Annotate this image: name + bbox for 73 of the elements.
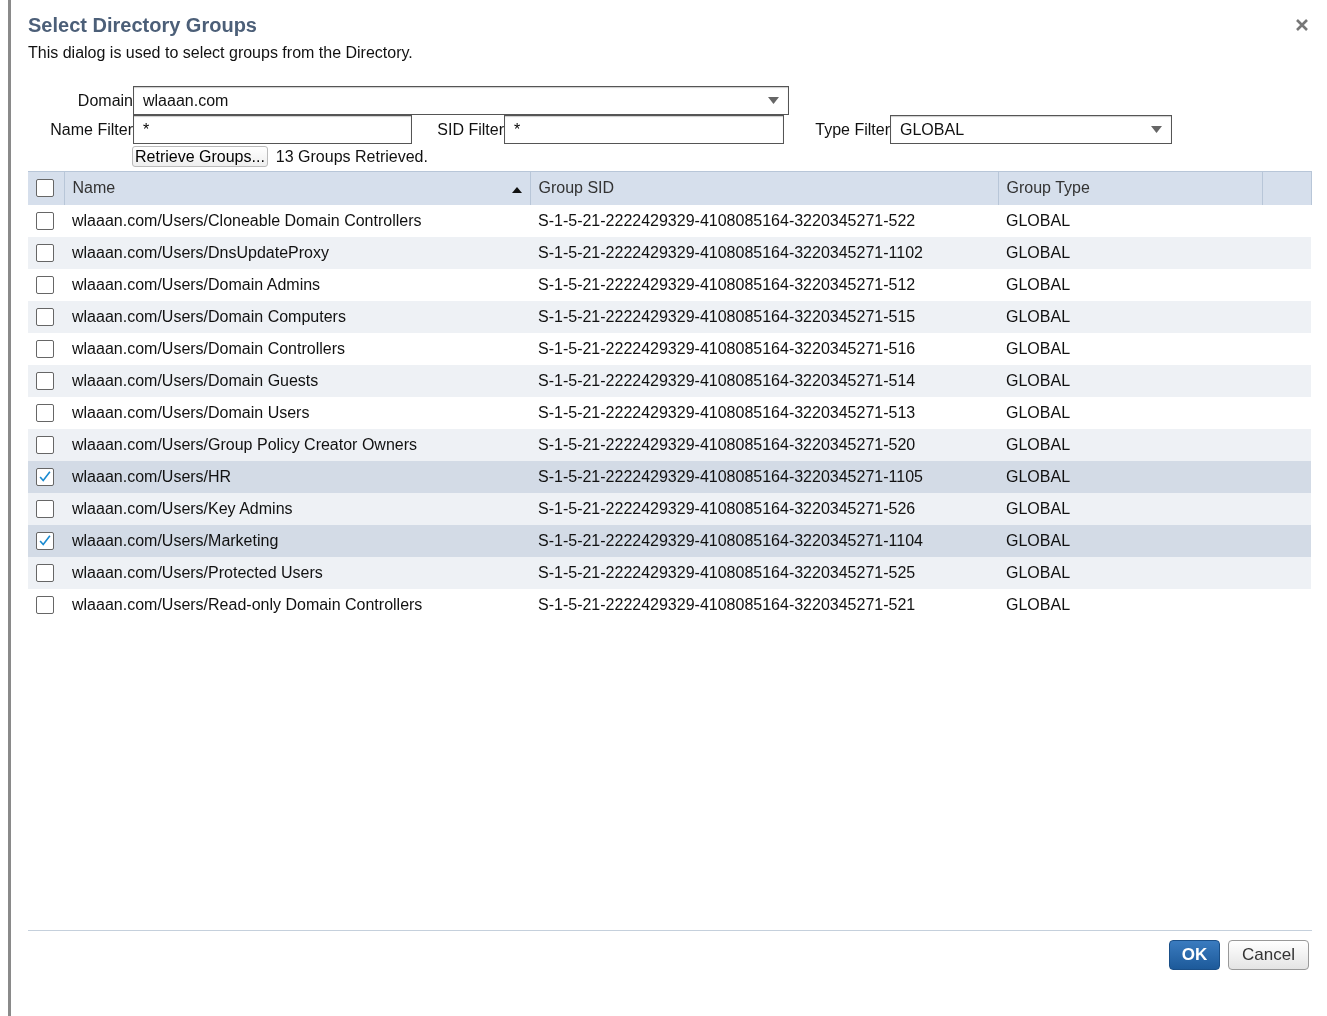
table-cell: GLOBAL xyxy=(998,268,1262,301)
column-header[interactable]: Group SID xyxy=(530,171,998,205)
ok-button[interactable]: OK xyxy=(1169,940,1220,970)
table-cell: GLOBAL xyxy=(998,396,1262,429)
table-cell: wlaaan.com/Users/Cloneable Domain Controllers xyxy=(64,204,530,237)
table-cell: wlaaan.com/Users/Domain Admins xyxy=(64,268,530,301)
table-cell: GLOBAL xyxy=(998,524,1262,557)
table-cell: S-1-5-21-2222429329-4108085164-3220345271-1104 xyxy=(530,524,998,557)
table-cell: GLOBAL xyxy=(998,332,1262,365)
checkbox[interactable] xyxy=(36,531,54,550)
checkbox[interactable] xyxy=(36,467,54,486)
table-cell: wlaaan.com/Users/Key Admins xyxy=(64,492,530,525)
checkbox[interactable] xyxy=(36,339,54,358)
cancel-button[interactable]: Cancel xyxy=(1228,940,1309,970)
status-text: 13 Groups Retrieved. xyxy=(275,146,428,167)
dialog-title: Select Directory Groups xyxy=(28,13,257,38)
table-cell: S-1-5-21-2222429329-4108085164-3220345271-526 xyxy=(530,492,998,525)
caret-icon xyxy=(1151,126,1162,133)
checkbox[interactable] xyxy=(36,243,54,262)
checkbox[interactable] xyxy=(36,307,54,326)
table-cell: S-1-5-21-2222429329-4108085164-3220345271-522 xyxy=(530,204,998,237)
table-cell: GLOBAL xyxy=(998,236,1262,269)
table-cell: wlaaan.com/Users/Group Policy Creator Owners xyxy=(64,428,530,461)
checkbox[interactable] xyxy=(36,499,54,518)
table-cell: wlaaan.com/Users/DnsUpdateProxy xyxy=(64,236,530,269)
checkbox[interactable] xyxy=(36,435,54,454)
table-cell: wlaaan.com/Users/Marketing xyxy=(64,524,530,557)
table-cell: GLOBAL xyxy=(998,364,1262,397)
table-cell: S-1-5-21-2222429329-4108085164-3220345271-1102 xyxy=(530,236,998,269)
table-cell: GLOBAL xyxy=(998,460,1262,493)
sid-filter-field[interactable]: * xyxy=(504,115,784,144)
table-cell: S-1-5-21-2222429329-4108085164-3220345271-525 xyxy=(530,556,998,589)
column-header[interactable]: Name xyxy=(64,171,530,205)
checkbox[interactable] xyxy=(36,275,54,294)
table-cell: GLOBAL xyxy=(998,204,1262,237)
table-cell: S-1-5-21-2222429329-4108085164-3220345271-520 xyxy=(530,428,998,461)
table-cell: GLOBAL xyxy=(998,556,1262,589)
table-cell: wlaaan.com/Users/Read-only Domain Controllers xyxy=(64,588,530,621)
field-label: SID Filter xyxy=(436,119,504,140)
field-label: Domain xyxy=(76,90,133,111)
table-cell: S-1-5-21-2222429329-4108085164-3220345271-512 xyxy=(530,268,998,301)
name-filter-field[interactable]: * xyxy=(133,115,412,144)
checkbox[interactable] xyxy=(36,403,54,422)
checkbox[interactable] xyxy=(36,595,54,614)
field-label: Type Filter xyxy=(814,119,890,140)
table-cell: S-1-5-21-2222429329-4108085164-3220345271-1105 xyxy=(530,460,998,493)
checkbox[interactable] xyxy=(36,211,54,230)
table-cell: wlaaan.com/Users/Domain Computers xyxy=(64,300,530,333)
table-cell: GLOBAL xyxy=(998,300,1262,333)
column-header[interactable]: Group Type xyxy=(998,171,1262,205)
table-cell: S-1-5-21-2222429329-4108085164-3220345271-516 xyxy=(530,332,998,365)
table-cell: wlaaan.com/Users/Protected Users xyxy=(64,556,530,589)
field-label: Name Filter xyxy=(49,119,133,140)
checkbox[interactable] xyxy=(36,563,54,582)
table-cell: wlaaan.com/Users/HR xyxy=(64,460,530,493)
table-cell: wlaaan.com/Users/Domain Guests xyxy=(64,364,530,397)
table-cell: S-1-5-21-2222429329-4108085164-3220345271-513 xyxy=(530,396,998,429)
caret-icon xyxy=(768,97,779,104)
close-icon[interactable] xyxy=(1295,18,1309,32)
table-cell: wlaaan.com/Users/Domain Controllers xyxy=(64,332,530,365)
table-cell: GLOBAL xyxy=(998,492,1262,525)
domain-dropdown[interactable]: wlaaan.com xyxy=(133,86,789,115)
checkbox[interactable] xyxy=(36,371,54,390)
table-cell: S-1-5-21-2222429329-4108085164-3220345271-514 xyxy=(530,364,998,397)
retrieve-groups-button[interactable]: Retrieve Groups... xyxy=(132,146,268,167)
type-filter-dropdown[interactable]: GLOBAL xyxy=(890,115,1172,144)
table-cell: S-1-5-21-2222429329-4108085164-3220345271-515 xyxy=(530,300,998,333)
table-cell: wlaaan.com/Users/Domain Users xyxy=(64,396,530,429)
dialog-description: This dialog is used to select groups from the Directory. xyxy=(28,43,414,63)
table-cell: GLOBAL xyxy=(998,428,1262,461)
table-cell: GLOBAL xyxy=(998,588,1262,621)
checkbox[interactable] xyxy=(36,179,54,198)
table-cell: S-1-5-21-2222429329-4108085164-3220345271-521 xyxy=(530,588,998,621)
